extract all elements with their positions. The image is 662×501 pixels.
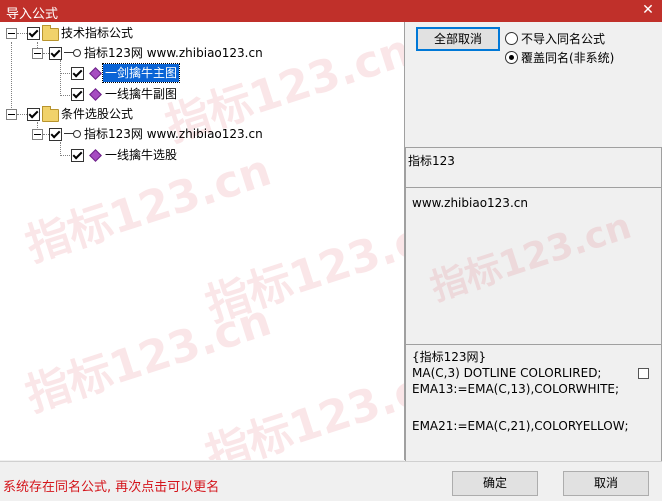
checkbox[interactable]: [49, 128, 62, 141]
checkbox[interactable]: [49, 47, 62, 60]
collapse-toggle[interactable]: [6, 109, 17, 120]
tree-node-site[interactable]: 指标123网 www.zhibiao123.cn: [0, 125, 300, 143]
author-panel: 指标123: [405, 147, 662, 189]
watermark: 指标123.cn: [425, 205, 637, 309]
website-panel: www.zhibiao123.cn 指标123.cn: [405, 187, 662, 345]
cancel-all-button[interactable]: 全部取消: [416, 27, 500, 51]
tree-node-label: 技术指标公式: [61, 26, 134, 40]
tree-node-formula[interactable]: 一线擒牛副图: [0, 85, 300, 103]
checkbox[interactable]: [71, 67, 84, 80]
tree-node-label: 指标123网 www.zhibiao123.cn: [84, 46, 263, 60]
tree-node-formula[interactable]: 一剑擒牛主图: [0, 63, 300, 83]
tree-node-label: 一线擒牛副图: [105, 87, 178, 101]
ok-button[interactable]: 确定: [452, 471, 538, 496]
tree-node-label: 指标123网 www.zhibiao123.cn: [84, 127, 263, 141]
radio-label[interactable]: 覆盖同名(非系统): [521, 49, 614, 66]
folder-icon: [42, 25, 59, 41]
formula-line: MA(C,3) DOTLINE COLORLIRED;: [412, 366, 602, 380]
radio-overwrite-duplicates[interactable]: [505, 51, 518, 64]
checkbox[interactable]: [27, 27, 40, 40]
radio-no-import-duplicates[interactable]: [505, 32, 518, 45]
tree-node-site[interactable]: 指标123网 www.zhibiao123.cn: [0, 44, 300, 62]
collapse-toggle[interactable]: [6, 28, 17, 39]
tree-node-label: 一线擒牛选股: [105, 148, 178, 162]
divider: [0, 461, 662, 462]
author-text: 指标123: [408, 154, 455, 168]
watermark: 指标123.cn: [19, 294, 278, 422]
tree-node-stock-selection[interactable]: 条件选股公式: [0, 105, 300, 123]
title-bar[interactable]: 导入公式 ✕: [0, 0, 662, 22]
formula-line: EMA21:=EMA(C,21),COLORYELLOW;: [412, 419, 629, 433]
checkbox[interactable]: [71, 88, 84, 101]
formula-icon: [89, 67, 102, 80]
details-panel: 全部取消 不导入同名公式 覆盖同名(非系统) 指标123 www.zhibiao…: [405, 22, 662, 462]
cancel-button[interactable]: 取消: [563, 471, 649, 496]
formula-icon: [89, 88, 102, 101]
scroll-box-icon: [638, 368, 649, 379]
formula-source-panel[interactable]: {指标123网} MA(C,3) DOTLINE COLORLIRED; EMA…: [405, 344, 662, 462]
tree-node-label: 条件选股公式: [61, 107, 134, 121]
watermark: 指标123.cn: [199, 204, 405, 332]
window-title: 导入公式: [6, 7, 59, 22]
formula-icon: [89, 149, 102, 162]
checkbox[interactable]: [27, 108, 40, 121]
website-text: www.zhibiao123.cn: [412, 196, 528, 210]
key-icon: [64, 48, 81, 58]
status-message: 系统存在同名公式, 再次点击可以更名: [3, 480, 220, 495]
folder-icon: [42, 106, 59, 122]
key-icon: [64, 129, 81, 139]
formula-line: EMA13:=EMA(C,13),COLORWHITE;: [412, 382, 620, 396]
tree-node-formula[interactable]: 一线擒牛选股: [0, 146, 300, 164]
tree-node-label-selected: 一剑擒牛主图: [101, 63, 181, 83]
import-formula-dialog: 导入公式 ✕ 指标123.cn 指标123.cn 指标123.cn 指标123.…: [0, 0, 662, 501]
checkbox[interactable]: [71, 149, 84, 162]
tree-node-tech-indicators[interactable]: 技术指标公式: [0, 24, 300, 42]
close-icon[interactable]: ✕: [640, 2, 656, 18]
collapse-toggle[interactable]: [32, 129, 43, 140]
collapse-toggle[interactable]: [32, 48, 43, 59]
formula-tree[interactable]: 指标123.cn 指标123.cn 指标123.cn 指标123.cn 指标12…: [0, 22, 405, 460]
formula-line: {指标123网}: [412, 350, 487, 364]
radio-label[interactable]: 不导入同名公式: [521, 30, 605, 47]
watermark: 指标123.cn: [199, 354, 405, 460]
